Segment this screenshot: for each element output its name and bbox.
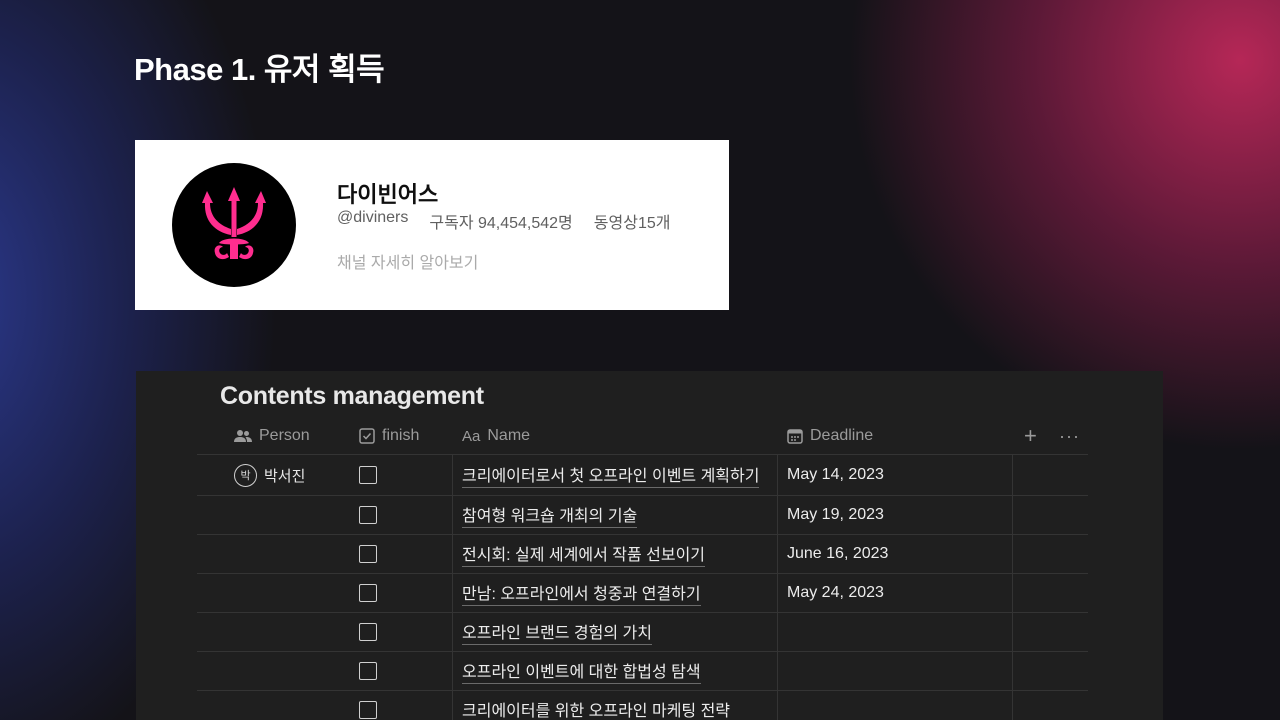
finish-checkbox[interactable]	[359, 545, 377, 563]
avatar: 박	[234, 463, 257, 487]
column-label-name: Name	[487, 427, 531, 444]
row-name[interactable]: 크리에이터를 위한 오프라인 마케팅 전략	[462, 697, 730, 720]
finish-checkbox[interactable]	[359, 701, 377, 719]
table-row[interactable]: 만남: 오프라인에서 청중과 연결하기 May 24, 2023	[197, 574, 1088, 613]
finish-checkbox[interactable]	[359, 623, 377, 641]
column-header-name[interactable]: Aa Name	[462, 417, 530, 455]
column-header-finish[interactable]: finish	[359, 417, 419, 455]
notion-database-panel: Contents management Person finish Aa Nam…	[136, 371, 1163, 720]
checkbox-icon	[359, 428, 375, 444]
deadline-cell[interactable]: May 24, 2023	[787, 574, 884, 612]
row-name[interactable]: 참여형 워크숍 개최의 기술	[462, 502, 638, 528]
row-name[interactable]: 만남: 오프라인에서 청중과 연결하기	[462, 580, 701, 606]
channel-avatar[interactable]	[172, 163, 296, 287]
more-options-button[interactable]: ···	[1059, 417, 1080, 455]
finish-checkbox[interactable]	[359, 584, 377, 602]
person-cell[interactable]: 박 박서진	[234, 455, 305, 495]
column-label-finish: finish	[382, 427, 420, 444]
row-name[interactable]: 오프라인 이벤트에 대한 합법성 탐색	[462, 658, 701, 684]
column-header-person[interactable]: Person	[234, 417, 310, 455]
name-cell[interactable]: 크리에이터로서 첫 오프라인 이벤트 계획하기	[462, 455, 760, 495]
deadline-cell[interactable]: May 14, 2023	[787, 455, 884, 495]
finish-checkbox[interactable]	[359, 506, 377, 524]
channel-name: 다이빈어스	[337, 182, 439, 207]
slide-title: Phase 1. 유저 획득	[134, 52, 385, 87]
channel-video-count: 동영상15개	[593, 215, 671, 232]
people-icon	[234, 429, 252, 443]
channel-details-link[interactable]: 채널 자세히 알아보기	[337, 249, 478, 273]
table-row[interactable]: 오프라인 브랜드 경험의 가치	[197, 613, 1088, 652]
add-column-button[interactable]: +	[1024, 417, 1037, 455]
row-name[interactable]: 크리에이터로서 첫 오프라인 이벤트 계획하기	[462, 462, 760, 488]
deadline-cell[interactable]: June 16, 2023	[787, 535, 888, 573]
table-row[interactable]: 오프라인 이벤트에 대한 합법성 탐색	[197, 652, 1088, 691]
row-name[interactable]: 전시회: 실제 세계에서 작품 선보이기	[462, 541, 706, 567]
name-cell[interactable]: 오프라인 브랜드 경험의 가치	[462, 613, 652, 651]
table-row[interactable]: 참여형 워크숍 개최의 기술 May 19, 2023	[197, 496, 1088, 535]
table-body: 박 박서진 크리에이터로서 첫 오프라인 이벤트 계획하기 May 14, 20…	[197, 455, 1088, 720]
table-row[interactable]: 박 박서진 크리에이터로서 첫 오프라인 이벤트 계획하기 May 14, 20…	[197, 455, 1088, 496]
database-title: Contents management	[220, 382, 484, 410]
trident-icon	[202, 187, 266, 260]
calendar-icon	[787, 428, 803, 444]
row-name[interactable]: 오프라인 브랜드 경험의 가치	[462, 619, 652, 645]
table-header: Person finish Aa Name Deadline + ···	[197, 417, 1088, 455]
column-header-deadline[interactable]: Deadline	[787, 417, 873, 455]
channel-card: 다이빈어스 @diviners 구독자 94,454,542명 동영상15개 채…	[135, 140, 729, 310]
name-cell[interactable]: 오프라인 이벤트에 대한 합법성 탐색	[462, 652, 701, 690]
channel-handle: @diviners	[337, 209, 409, 226]
text-aa-icon: Aa	[462, 427, 481, 445]
deadline-cell[interactable]: May 19, 2023	[787, 496, 884, 534]
channel-meta: @diviners 구독자 94,454,542명 동영상15개	[337, 209, 670, 233]
finish-checkbox[interactable]	[359, 662, 377, 680]
column-label-deadline: Deadline	[810, 427, 874, 444]
table-row[interactable]: 전시회: 실제 세계에서 작품 선보이기 June 16, 2023	[197, 535, 1088, 574]
table-row[interactable]: 크리에이터를 위한 오프라인 마케팅 전략	[197, 691, 1088, 720]
finish-checkbox[interactable]	[359, 466, 377, 484]
name-cell[interactable]: 만남: 오프라인에서 청중과 연결하기	[462, 574, 701, 612]
column-label-person: Person	[259, 427, 310, 444]
name-cell[interactable]: 참여형 워크숍 개최의 기술	[462, 496, 638, 534]
channel-subscribers: 구독자 94,454,542명	[429, 215, 573, 232]
person-name: 박서진	[264, 467, 306, 485]
name-cell[interactable]: 크리에이터를 위한 오프라인 마케팅 전략	[462, 691, 730, 720]
name-cell[interactable]: 전시회: 실제 세계에서 작품 선보이기	[462, 535, 706, 573]
